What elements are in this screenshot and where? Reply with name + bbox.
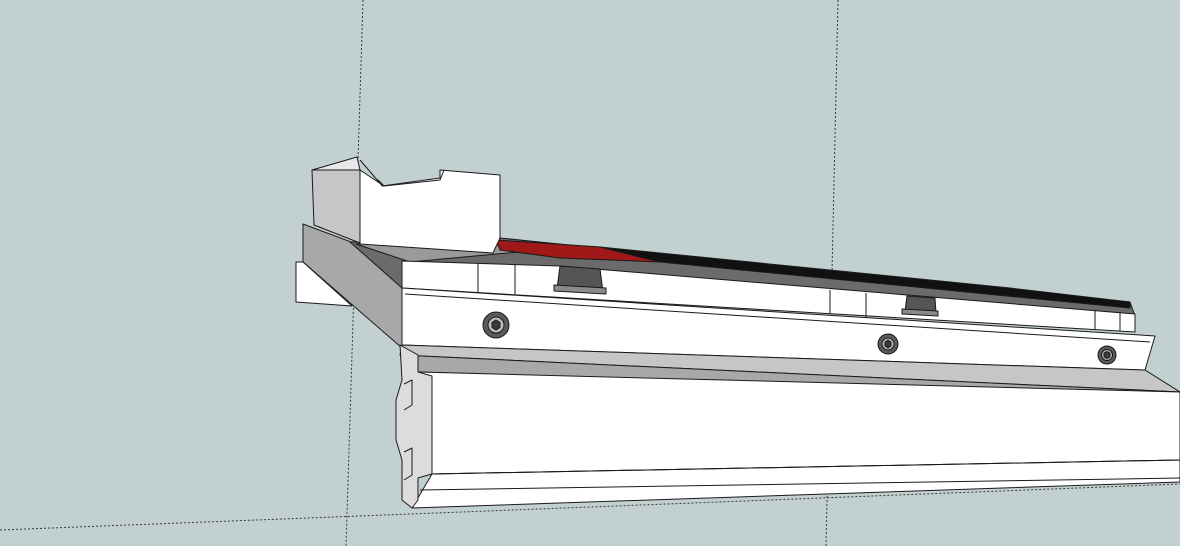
3d-modeling-viewport[interactable] (0, 0, 1180, 546)
hex-socket-screw-icon[interactable] (877, 333, 899, 355)
rail-assembly-model[interactable] (295, 156, 1180, 509)
upper-block-front (359, 169, 501, 254)
model-scene[interactable] (0, 0, 1180, 546)
hex-socket-screw-icon[interactable] (1097, 345, 1117, 365)
upper-block-top (311, 156, 361, 171)
hex-socket-screw-icon[interactable] (482, 311, 510, 339)
